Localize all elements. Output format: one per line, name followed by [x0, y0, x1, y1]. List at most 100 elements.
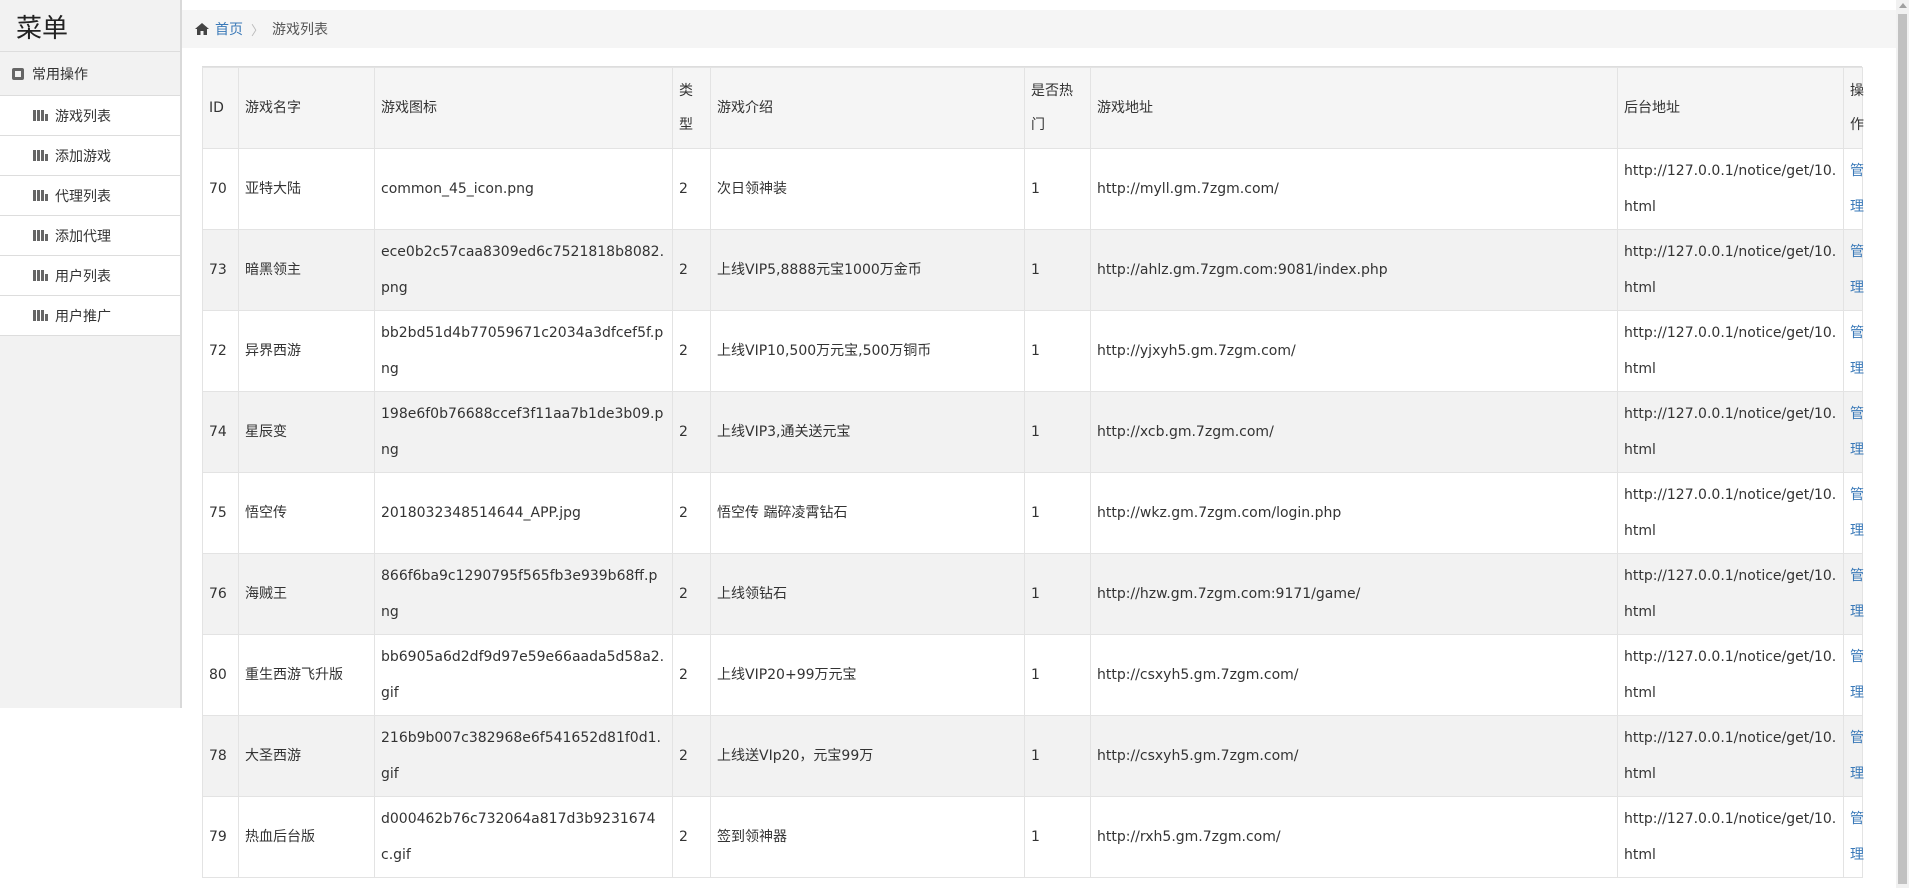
cell-icon: 866f6ba9c1290795f565fb3e939b68ff.png: [374, 553, 673, 635]
scroll-thumb[interactable]: [1898, 14, 1907, 884]
column-header-admin: 后台地址: [1617, 67, 1844, 149]
cell-icon: d000462b76c732064a817d3b9231674c.gif: [374, 796, 673, 878]
table-row: 74 星辰变 198e6f0b76688ccef3f11aa7b1de3b09.pn…: [202, 391, 1864, 473]
cell-hot: 1: [1024, 310, 1091, 392]
cell-url: http://csxyh5.gm.7zgm.com/: [1090, 715, 1618, 797]
cell-op: 管理: [1843, 472, 1864, 554]
cell-icon: ece0b2c57caa8309ed6c7521818b8082.png: [374, 229, 673, 311]
cell-intro: 上线VIP10,500万元宝,500万铜币: [710, 310, 1025, 392]
cell-name: 星辰变: [238, 391, 375, 473]
cell-id: 78: [202, 715, 239, 797]
cell-type: 2: [672, 553, 711, 635]
book-icon: [12, 67, 24, 80]
cell-op: 管理: [1843, 715, 1864, 797]
cell-hot: 1: [1024, 796, 1091, 878]
cell-admin: http://127.0.0.1/notice/get/10.html: [1617, 148, 1844, 230]
manage-link[interactable]: 管理: [1850, 730, 1864, 782]
cell-name: 重生西游飞升版: [238, 634, 375, 716]
table-row: 79 热血后台版 d000462b76c732064a817d3b9231674c.…: [202, 796, 1864, 878]
sidebar-nav: 游戏列表添加游戏代理列表添加代理用户列表用户推广: [0, 96, 180, 336]
sidebar-item-label: 用户列表: [55, 268, 111, 285]
cell-id: 80: [202, 634, 239, 716]
cell-icon: bb6905a6d2df9d97e59e66aada5d58a2.gif: [374, 634, 673, 716]
column-header-hot: 是否热门: [1024, 67, 1091, 149]
sidebar-item-add-game[interactable]: 添加游戏: [0, 136, 180, 176]
cell-op: 管理: [1843, 310, 1864, 392]
manage-link[interactable]: 管理: [1850, 649, 1864, 701]
sidebar-item-user-promotion[interactable]: 用户推广: [0, 296, 180, 336]
manage-link[interactable]: 管理: [1850, 406, 1864, 458]
library-icon: [33, 270, 49, 281]
cell-intro: 上线VIP5,8888元宝1000万金币: [710, 229, 1025, 311]
cell-admin: http://127.0.0.1/notice/get/10.html: [1617, 310, 1844, 392]
column-header-url: 游戏地址: [1090, 67, 1618, 149]
cell-id: 79: [202, 796, 239, 878]
cell-hot: 1: [1024, 553, 1091, 635]
cell-intro: 悟空传 踹碎凌霄钻石: [710, 472, 1025, 554]
cell-type: 2: [672, 229, 711, 311]
cell-name: 大圣西游: [238, 715, 375, 797]
table-row: 75 悟空传 2018032348514644_APP.jpg 2 悟空传 踹碎凌霄钻石…: [202, 472, 1864, 554]
manage-link[interactable]: 管理: [1850, 487, 1864, 539]
cell-op: 管理: [1843, 553, 1864, 635]
manage-link[interactable]: 管理: [1850, 325, 1864, 377]
breadcrumb-separator: 〉: [251, 23, 265, 39]
manage-link[interactable]: 管理: [1850, 568, 1864, 620]
library-icon: [33, 110, 49, 121]
cell-admin: http://127.0.0.1/notice/get/10.html: [1617, 796, 1844, 878]
table-row: 72 异界西游 bb2bd51d4b77059671c2034a3dfcef5f.p…: [202, 310, 1864, 392]
cell-id: 76: [202, 553, 239, 635]
cell-id: 74: [202, 391, 239, 473]
table-row: 78 大圣西游 216b9b007c382968e6f541652d81f0d1.g…: [202, 715, 1864, 797]
cell-intro: 上线VIP20+99万元宝: [710, 634, 1025, 716]
table-row: 73 暗黑领主 ece0b2c57caa8309ed6c7521818b8082.p…: [202, 229, 1864, 311]
sidebar-item-add-agent[interactable]: 添加代理: [0, 216, 180, 256]
column-header-op: 操作: [1843, 67, 1864, 149]
sidebar: 菜单 常用操作 游戏列表添加游戏代理列表添加代理用户列表用户推广: [0, 0, 182, 708]
cell-hot: 1: [1024, 715, 1091, 797]
manage-link[interactable]: 管理: [1850, 244, 1864, 296]
column-header-id: ID: [202, 67, 239, 149]
cell-type: 2: [672, 148, 711, 230]
sidebar-item-game-list[interactable]: 游戏列表: [0, 96, 180, 136]
cell-icon: common_45_icon.png: [374, 148, 673, 230]
sidebar-group-header[interactable]: 常用操作: [0, 52, 180, 96]
sidebar-item-user-list[interactable]: 用户列表: [0, 256, 180, 296]
table-body: 70 亚特大陆 common_45_icon.png 2 次日领神装 1 http://my…: [202, 148, 1864, 878]
cell-url: http://ahlz.gm.7zgm.com:9081/index.php: [1090, 229, 1618, 311]
vertical-scrollbar[interactable]: [1896, 0, 1909, 888]
cell-admin: http://127.0.0.1/notice/get/10.html: [1617, 553, 1844, 635]
column-header-icon: 游戏图标: [374, 67, 673, 149]
cell-intro: 签到领神器: [710, 796, 1025, 878]
home-icon: [195, 23, 209, 35]
manage-link[interactable]: 管理: [1850, 811, 1864, 863]
cell-type: 2: [672, 310, 711, 392]
cell-admin: http://127.0.0.1/notice/get/10.html: [1617, 715, 1844, 797]
library-icon: [33, 230, 49, 241]
sidebar-item-label: 添加游戏: [55, 148, 111, 165]
cell-url: http://yjxyh5.gm.7zgm.com/: [1090, 310, 1618, 392]
cell-url: http://hzw.gm.7zgm.com:9171/game/: [1090, 553, 1618, 635]
breadcrumb-home-link[interactable]: 首页: [215, 19, 243, 39]
scroll-up-icon[interactable]: [1899, 3, 1907, 8]
cell-id: 72: [202, 310, 239, 392]
cell-icon: 216b9b007c382968e6f541652d81f0d1.gif: [374, 715, 673, 797]
cell-name: 异界西游: [238, 310, 375, 392]
cell-type: 2: [672, 472, 711, 554]
cell-type: 2: [672, 715, 711, 797]
sidebar-item-agent-list[interactable]: 代理列表: [0, 176, 180, 216]
cell-url: http://myll.gm.7zgm.com/: [1090, 148, 1618, 230]
manage-link[interactable]: 管理: [1850, 163, 1864, 215]
sidebar-group-label: 常用操作: [32, 66, 88, 83]
cell-op: 管理: [1843, 229, 1864, 311]
library-icon: [33, 190, 49, 201]
sidebar-item-label: 添加代理: [55, 228, 111, 245]
sidebar-item-label: 用户推广: [55, 308, 111, 325]
sidebar-title: 菜单: [0, 0, 180, 52]
cell-hot: 1: [1024, 148, 1091, 230]
column-header-intro: 游戏介绍: [710, 67, 1025, 149]
cell-name: 悟空传: [238, 472, 375, 554]
cell-op: 管理: [1843, 796, 1864, 878]
cell-op: 管理: [1843, 148, 1864, 230]
library-icon: [33, 150, 49, 161]
